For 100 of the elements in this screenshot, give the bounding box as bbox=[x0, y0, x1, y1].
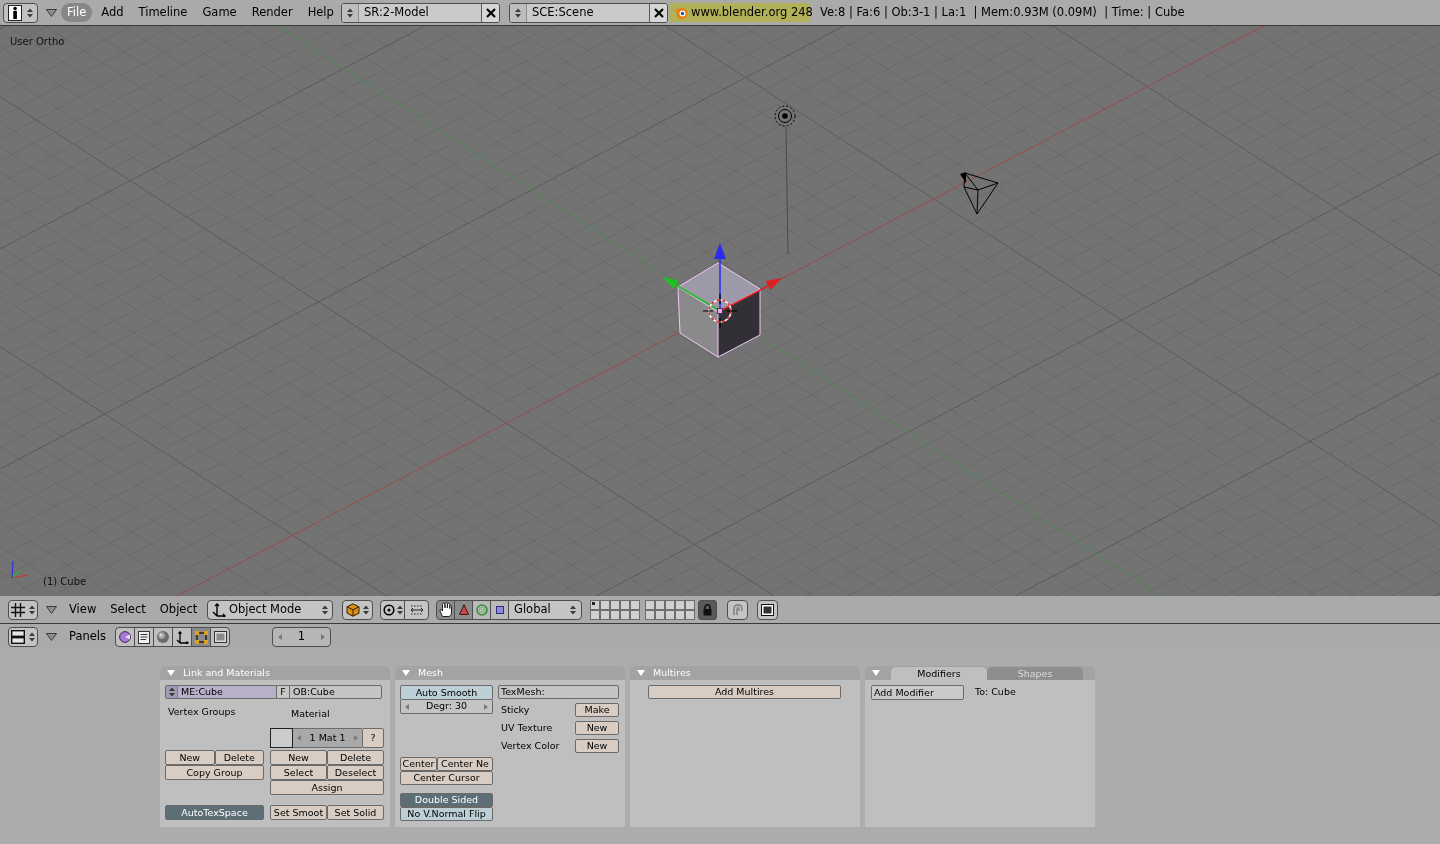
grid-icon bbox=[11, 602, 25, 617]
material-help-button[interactable]: ? bbox=[362, 728, 384, 748]
decrement-arrow-icon[interactable] bbox=[405, 703, 409, 710]
manipulator-toggle[interactable] bbox=[472, 599, 491, 620]
square-icon bbox=[495, 605, 504, 614]
updown-arrows-icon bbox=[29, 632, 35, 642]
updown-arrows-icon bbox=[322, 604, 328, 615]
frame-number[interactable]: 1 bbox=[297, 628, 306, 646]
axes-icon bbox=[175, 630, 189, 644]
context-tab[interactable] bbox=[191, 627, 211, 647]
auto-smooth-toggle[interactable]: Auto Smooth bbox=[400, 685, 493, 700]
draw-type-dropdown[interactable] bbox=[342, 599, 373, 620]
menu-item[interactable]: Add bbox=[95, 3, 130, 22]
close-icon bbox=[485, 7, 496, 18]
center-cursor-button[interactable]: Center Cursor bbox=[400, 771, 493, 785]
menu-item[interactable]: Render bbox=[245, 3, 299, 22]
menu-item[interactable]: Select bbox=[104, 600, 152, 619]
set-smooth-button[interactable]: Set Smoot bbox=[270, 805, 327, 820]
axis-gizmo-icon bbox=[11, 560, 29, 579]
material-index-field[interactable]: 1 Mat 1 bbox=[293, 728, 362, 748]
layer-button[interactable] bbox=[590, 599, 600, 610]
mode-dropdown[interactable]: Object Mode bbox=[207, 599, 333, 620]
material-action-button[interactable]: Deselect bbox=[327, 765, 384, 780]
window-type-button[interactable] bbox=[3, 2, 38, 23]
material-action-button[interactable]: Select bbox=[270, 765, 327, 780]
render-button[interactable] bbox=[757, 599, 778, 620]
double-sided-toggle[interactable]: Double Sided bbox=[400, 793, 493, 807]
mesh-name-field[interactable]: ME:Cube bbox=[165, 685, 277, 699]
camera-object bbox=[960, 172, 999, 215]
object-name-field[interactable]: OB:Cube bbox=[289, 685, 382, 699]
hand-icon bbox=[439, 602, 452, 617]
delete-group-button[interactable]: Delete bbox=[214, 750, 264, 765]
view-name-label: User Ortho bbox=[10, 35, 65, 48]
degree-value[interactable]: Degr: 30 bbox=[425, 699, 468, 714]
decrement-arrow-icon[interactable] bbox=[297, 735, 301, 741]
data-layer-label: Vertex Color bbox=[500, 738, 561, 753]
add-modifier-button[interactable]: Add Modifier bbox=[871, 685, 964, 700]
pivot-dropdown[interactable] bbox=[380, 599, 405, 620]
assign-button[interactable]: Assign bbox=[270, 780, 384, 795]
material-color-swatch[interactable] bbox=[270, 728, 293, 748]
window-type-button[interactable] bbox=[8, 627, 38, 647]
close-button[interactable] bbox=[649, 3, 667, 22]
mesh-name[interactable]: ME:Cube bbox=[178, 684, 223, 700]
context-tab[interactable] bbox=[210, 627, 230, 647]
menu-item[interactable]: File bbox=[61, 3, 93, 22]
sphere-icon bbox=[157, 631, 169, 643]
data-layer-button[interactable]: Make bbox=[575, 703, 619, 717]
material-index[interactable]: 1 Mat 1 bbox=[309, 730, 346, 746]
decrement-arrow-icon[interactable] bbox=[278, 634, 282, 640]
center-button[interactable]: Center Ne bbox=[437, 757, 493, 771]
menu-item[interactable]: Timeline bbox=[132, 3, 194, 22]
menu-item[interactable]: Object bbox=[153, 600, 204, 619]
increment-arrow-icon[interactable] bbox=[321, 634, 325, 640]
info-icon bbox=[8, 4, 22, 21]
menu-item[interactable]: Help bbox=[301, 3, 340, 22]
auto-tex-space-toggle[interactable]: AutoTexSpace bbox=[165, 805, 264, 820]
copy-group-button[interactable]: Copy Group bbox=[165, 765, 264, 780]
menu-toggle-icon[interactable] bbox=[46, 8, 57, 17]
scene-selector[interactable]: SCE:Scene bbox=[509, 2, 668, 23]
material-action-button[interactable]: Delete bbox=[327, 750, 384, 765]
fake-user-button[interactable]: F bbox=[276, 685, 290, 699]
data-layer-button[interactable]: New bbox=[575, 739, 619, 753]
orientation-dropdown[interactable]: Global bbox=[508, 599, 582, 620]
context-tab[interactable] bbox=[134, 627, 154, 647]
scene-name[interactable]: SCE:Scene bbox=[527, 3, 649, 22]
menu-toggle-icon[interactable] bbox=[46, 605, 57, 614]
lock-button[interactable] bbox=[698, 599, 717, 620]
panel-tab[interactable]: Modifiers bbox=[891, 667, 987, 680]
new-group-button[interactable]: New bbox=[165, 750, 215, 765]
normal-flip-toggle[interactable]: No V.Normal Flip bbox=[400, 807, 493, 821]
material-action-button[interactable]: New bbox=[270, 750, 327, 765]
screen-name[interactable]: SR:2-Model bbox=[359, 3, 481, 22]
frame-field[interactable]: 1 bbox=[272, 627, 331, 647]
increment-arrow-icon[interactable] bbox=[484, 703, 488, 710]
menu-item[interactable]: Game bbox=[196, 3, 243, 22]
manipulator-toggle[interactable] bbox=[490, 599, 509, 620]
menu-toggle-icon[interactable] bbox=[46, 633, 57, 641]
manipulator-toggle[interactable] bbox=[454, 599, 473, 620]
context-tab[interactable] bbox=[172, 627, 192, 647]
degree-field[interactable]: Degr: 30 bbox=[400, 700, 493, 714]
active-object-label: (1) Cube bbox=[43, 575, 87, 588]
menu-item[interactable]: View bbox=[63, 600, 103, 619]
increment-arrow-icon[interactable] bbox=[354, 735, 358, 741]
snap-button[interactable] bbox=[727, 599, 748, 620]
add-multires-button[interactable]: Add Multires bbox=[648, 685, 841, 699]
expanded-triangle-icon[interactable] bbox=[402, 669, 410, 677]
close-button[interactable] bbox=[481, 3, 499, 22]
manipulator-toggle[interactable] bbox=[436, 599, 455, 620]
tex-mesh-field[interactable]: TexMesh: bbox=[498, 685, 619, 699]
scene-stats: Ve:8 | Fa:6 | Ob:3-1 | La:1 | Mem:0.93M (0.09M) | Time: | Cube bbox=[820, 3, 1185, 21]
screen-selector[interactable]: SR:2-Model bbox=[341, 2, 500, 23]
expanded-triangle-icon[interactable] bbox=[167, 669, 175, 677]
expanded-triangle-icon[interactable] bbox=[637, 669, 645, 677]
context-tab[interactable] bbox=[115, 627, 135, 647]
align-button[interactable] bbox=[404, 599, 429, 620]
expanded-triangle-icon[interactable] bbox=[872, 669, 880, 677]
window-type-button[interactable] bbox=[8, 599, 38, 620]
data-layer-button[interactable]: New bbox=[575, 721, 619, 735]
set-solid-button[interactable]: Set Solid bbox=[327, 805, 384, 820]
center-button[interactable]: Center bbox=[400, 757, 437, 771]
